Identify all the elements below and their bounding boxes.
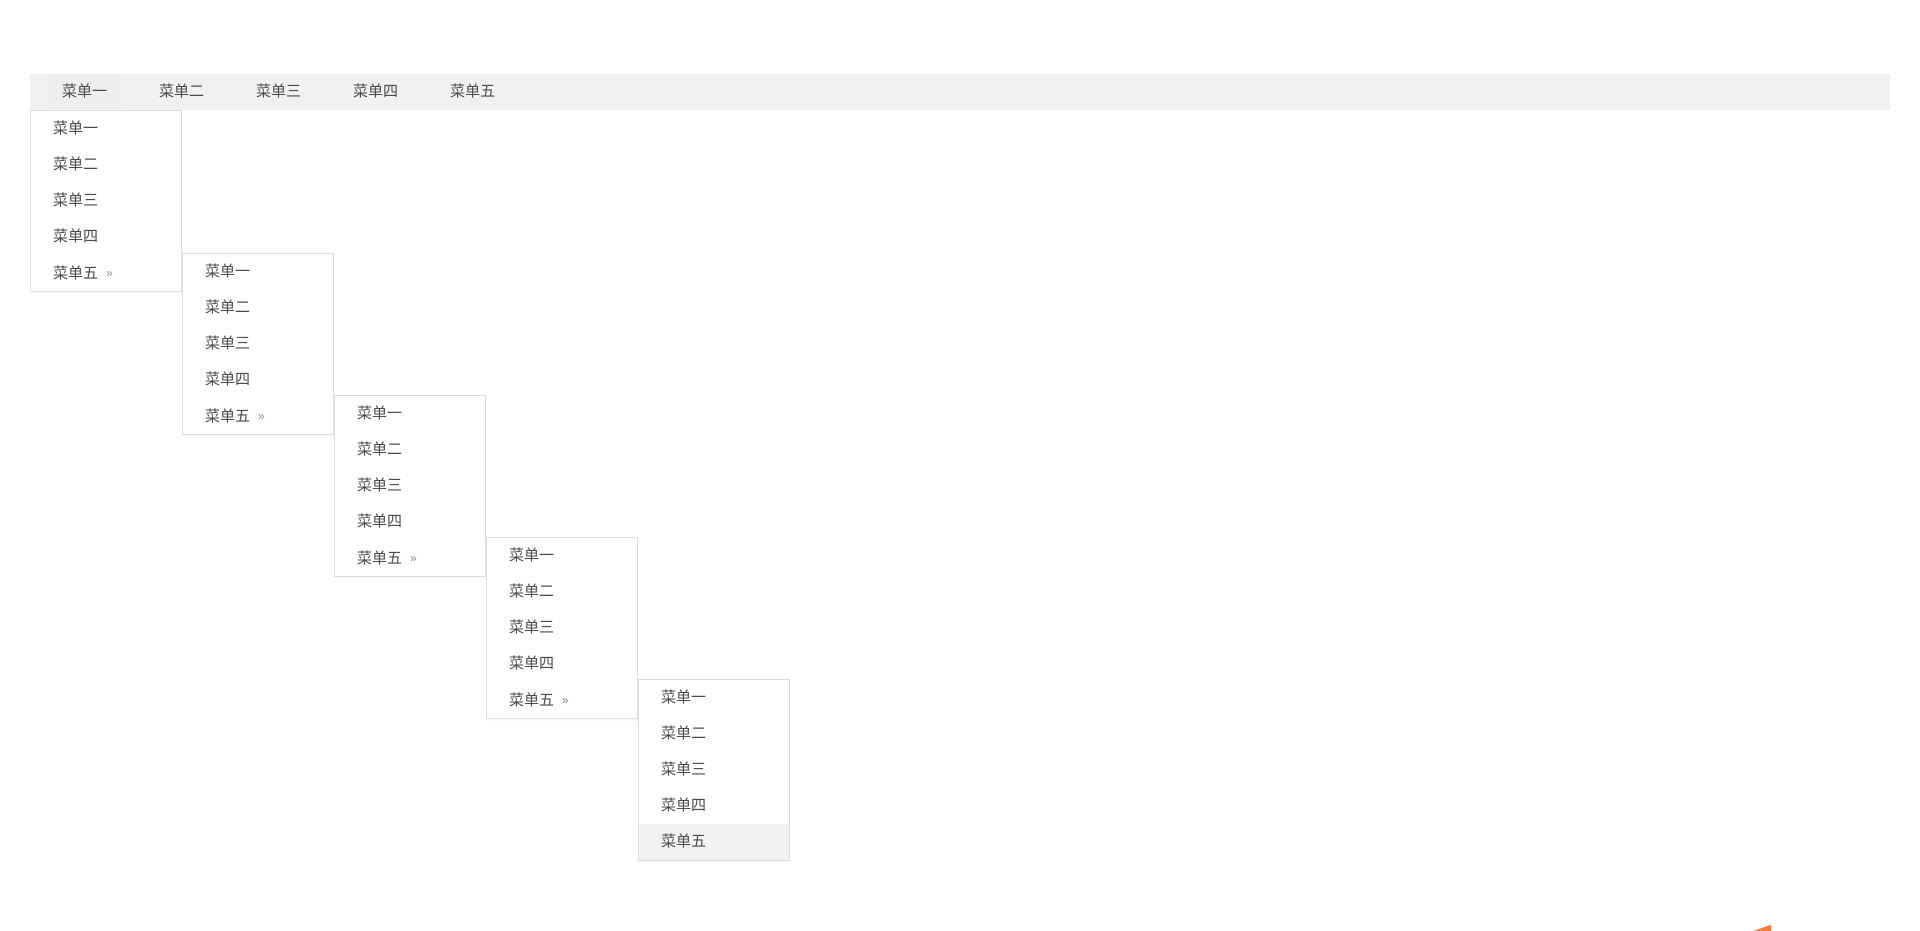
menu-item-l2-3[interactable]: 菜单三 <box>183 326 333 362</box>
menubar-item-1-label: 菜单一 <box>62 83 108 100</box>
menu-item-l5-2[interactable]: 菜单二 <box>639 716 789 752</box>
menu-item-l5-3-label: 菜单三 <box>661 761 707 778</box>
menu-item-l3-3-label: 菜单三 <box>357 477 403 494</box>
submenu-chevron-icon: » <box>562 693 569 707</box>
dropdown-panel-level-3: 菜单一 菜单二 菜单三 菜单四 菜单五 » <box>334 395 486 577</box>
menubar-item-4[interactable]: 菜单四 <box>339 74 412 110</box>
menu-item-l2-1-label: 菜单一 <box>205 263 251 280</box>
menu-item-l2-1[interactable]: 菜单一 <box>183 254 333 290</box>
menu-item-l2-5-label: 菜单五 <box>205 408 251 425</box>
submenu-chevron-icon: » <box>410 551 417 565</box>
top-menu-bar-items: 菜单一 菜单二 菜单三 菜单四 菜单五 <box>30 74 1890 110</box>
menu-item-l4-1-label: 菜单一 <box>509 547 555 564</box>
menu-item-l2-3-label: 菜单三 <box>205 335 251 352</box>
menu-item-l4-4[interactable]: 菜单四 <box>487 646 637 682</box>
menubar-item-2[interactable]: 菜单二 <box>145 74 218 110</box>
menubar-item-5-label: 菜单五 <box>450 83 496 100</box>
menu-item-l5-4[interactable]: 菜单四 <box>639 788 789 824</box>
menu-item-l3-5-label: 菜单五 <box>357 550 403 567</box>
menu-item-l1-5-label: 菜单五 <box>53 265 99 282</box>
menubar-item-2-label: 菜单二 <box>159 83 205 100</box>
menu-item-l1-1[interactable]: 菜单一 <box>31 111 181 147</box>
orange-wedge-shape <box>1733 924 1771 931</box>
menu-item-l5-4-label: 菜单四 <box>661 797 707 814</box>
menu-item-l5-1-label: 菜单一 <box>661 689 707 706</box>
menu-item-l4-2[interactable]: 菜单二 <box>487 574 637 610</box>
menu-item-l3-5[interactable]: 菜单五 » <box>335 540 485 576</box>
menu-item-l3-2[interactable]: 菜单二 <box>335 432 485 468</box>
menu-item-l1-1-label: 菜单一 <box>53 120 99 137</box>
menu-item-l5-3[interactable]: 菜单三 <box>639 752 789 788</box>
menubar-item-4-label: 菜单四 <box>353 83 399 100</box>
submenu-chevron-icon: » <box>258 409 265 423</box>
menu-item-l1-4-label: 菜单四 <box>53 228 99 245</box>
menu-item-l4-4-label: 菜单四 <box>509 655 555 672</box>
dropdown-panel-level-2: 菜单一 菜单二 菜单三 菜单四 菜单五 » <box>182 253 334 435</box>
menu-item-l1-3-label: 菜单三 <box>53 192 99 209</box>
menu-item-l5-2-label: 菜单二 <box>661 725 707 742</box>
menu-item-l3-3[interactable]: 菜单三 <box>335 468 485 504</box>
app-root: 菜单一 菜单二 菜单三 菜单四 菜单五 菜单一 菜单二 菜单三 菜单四 菜单五 … <box>0 0 1920 931</box>
menubar-item-5[interactable]: 菜单五 <box>436 74 509 110</box>
menu-item-l4-3[interactable]: 菜单三 <box>487 610 637 646</box>
menu-item-l2-4-label: 菜单四 <box>205 371 251 388</box>
menu-item-l4-5[interactable]: 菜单五 » <box>487 682 637 718</box>
submenu-chevron-icon: » <box>106 266 113 280</box>
menu-item-l1-5[interactable]: 菜单五 » <box>31 255 181 291</box>
menubar-item-3[interactable]: 菜单三 <box>242 74 315 110</box>
menu-item-l5-1[interactable]: 菜单一 <box>639 680 789 716</box>
menu-item-l3-4[interactable]: 菜单四 <box>335 504 485 540</box>
menu-item-l4-3-label: 菜单三 <box>509 619 555 636</box>
dropdown-panel-level-1: 菜单一 菜单二 菜单三 菜单四 菜单五 » <box>30 110 182 292</box>
menu-item-l1-2[interactable]: 菜单二 <box>31 147 181 183</box>
menu-item-l3-4-label: 菜单四 <box>357 513 403 530</box>
orange-wedge-mark-icon <box>1733 920 1771 931</box>
menu-item-l4-5-label: 菜单五 <box>509 692 555 709</box>
menu-item-l5-5[interactable]: 菜单五 <box>639 824 789 860</box>
menubar-item-1[interactable]: 菜单一 <box>48 74 122 110</box>
menu-item-l2-4[interactable]: 菜单四 <box>183 362 333 398</box>
menu-item-l1-2-label: 菜单二 <box>53 156 99 173</box>
menu-item-l3-1-label: 菜单一 <box>357 405 403 422</box>
menu-item-l1-3[interactable]: 菜单三 <box>31 183 181 219</box>
menubar-item-3-label: 菜单三 <box>256 83 302 100</box>
menu-item-l2-2[interactable]: 菜单二 <box>183 290 333 326</box>
menu-item-l1-4[interactable]: 菜单四 <box>31 219 181 255</box>
menu-item-l5-5-label: 菜单五 <box>661 833 707 850</box>
menu-item-l2-5[interactable]: 菜单五 » <box>183 398 333 434</box>
menu-item-l2-2-label: 菜单二 <box>205 299 251 316</box>
menu-item-l3-1[interactable]: 菜单一 <box>335 396 485 432</box>
dropdown-panel-level-5: 菜单一 菜单二 菜单三 菜单四 菜单五 <box>638 679 790 861</box>
dropdown-panel-level-4: 菜单一 菜单二 菜单三 菜单四 菜单五 » <box>486 537 638 719</box>
menu-item-l4-2-label: 菜单二 <box>509 583 555 600</box>
menu-item-l4-1[interactable]: 菜单一 <box>487 538 637 574</box>
top-menu-bar: 菜单一 菜单二 菜单三 菜单四 菜单五 <box>30 74 1890 110</box>
menu-item-l3-2-label: 菜单二 <box>357 441 403 458</box>
